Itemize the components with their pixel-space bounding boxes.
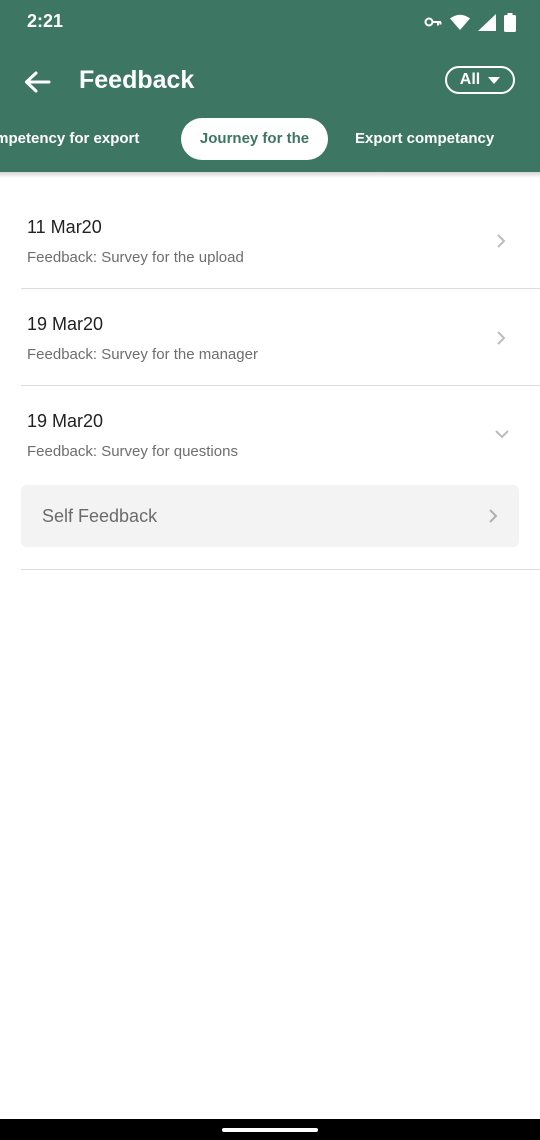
caret-down-icon [488,76,501,84]
page-title: Feedback [79,66,195,94]
chevron-right-icon [497,234,506,248]
signal-icon [478,13,496,31]
vpn-key-icon [424,17,442,27]
system-nav-bar [0,1119,540,1140]
item-date: 19 Mar20 [27,411,104,431]
wifi-icon [450,14,470,30]
app-header: 2:21 Feedback All ompetency for export J… [0,0,540,172]
battery-icon [504,12,516,32]
item-subtitle: Feedback: Survey for the manager [27,346,258,363]
divider [21,385,540,386]
item-date: 11 Mar20 [27,217,102,237]
list-item[interactable]: 11 Mar20 Feedback: Survey for the upload [21,217,540,277]
item-date: 19 Mar20 [27,314,104,334]
toolbar: Feedback All [0,54,540,110]
self-feedback-label: Self Feedback [42,506,158,526]
tab-bar: ompetency for export Journey for the Exp… [0,118,540,162]
status-icons [424,12,516,32]
tab-journey-for-the[interactable]: Journey for the [181,118,328,160]
divider [21,288,540,289]
list-item[interactable]: 19 Mar20 Feedback: Survey for the manage… [21,314,540,374]
tab-competency-for-export[interactable]: ompetency for export [0,118,139,160]
chevron-right-icon [489,509,498,523]
status-time: 2:21 [27,11,64,31]
chevron-right-icon [497,331,506,345]
divider [21,569,540,570]
self-feedback-row[interactable]: Self Feedback [21,485,519,547]
arrow-left-icon[interactable] [22,68,52,96]
tab-export-competancy[interactable]: Export competancy [355,118,494,160]
item-subtitle: Feedback: Survey for questions [27,443,238,460]
item-subtitle: Feedback: Survey for the upload [27,249,244,266]
home-indicator[interactable] [222,1128,318,1132]
list-item-expanded[interactable]: 19 Mar20 Feedback: Survey for questions [21,411,540,471]
chevron-down-icon [495,430,509,439]
status-bar: 2:21 [0,0,540,44]
header-shadow [0,172,540,178]
filter-label: All [459,71,481,88]
filter-dropdown[interactable]: All [445,66,515,94]
